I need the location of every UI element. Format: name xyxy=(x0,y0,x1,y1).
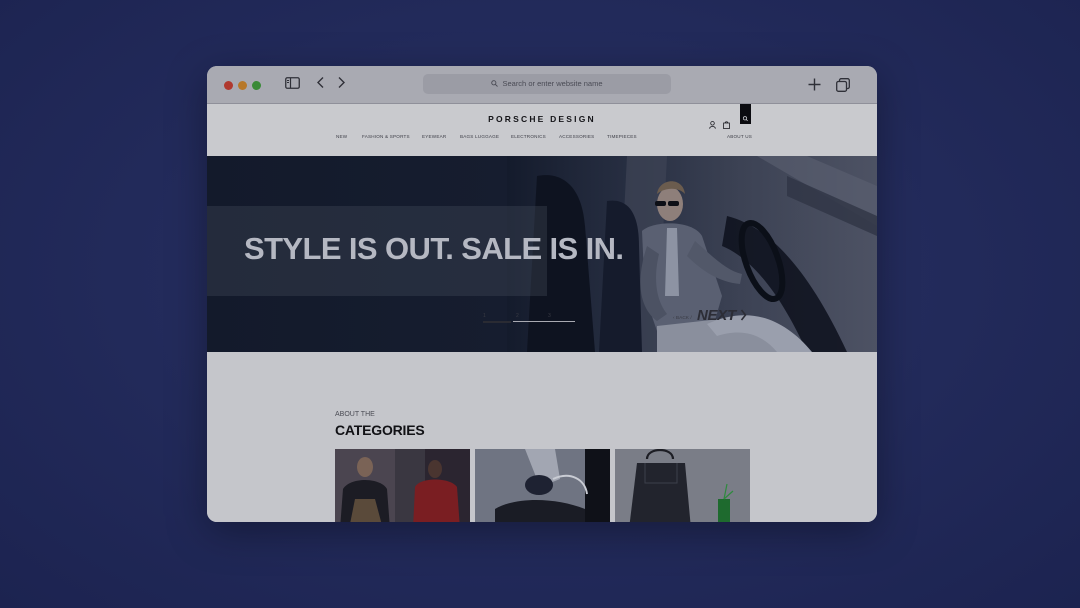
eyewear-photo xyxy=(475,449,610,522)
address-placeholder: Search or enter website name xyxy=(502,79,603,88)
browser-window: Search or enter website name PORSCHE DES… xyxy=(207,66,877,522)
close-window-button[interactable] xyxy=(224,81,233,90)
chevron-right-icon xyxy=(740,309,747,321)
hero-banner[interactable]: STYLE IS OUT. SALE IS IN. xyxy=(207,156,877,352)
account-icon[interactable] xyxy=(709,116,716,134)
nav-item-timepieces[interactable]: TIMEPIECES xyxy=(607,134,637,139)
brand-logo[interactable]: PORSCHE DESIGN xyxy=(207,114,877,124)
next-label: NEXT xyxy=(697,307,736,324)
section-title: CATEGORIES xyxy=(335,422,425,438)
plus-icon[interactable] xyxy=(808,78,821,96)
fashion-photo xyxy=(335,449,470,522)
nav-item-fashion-sports[interactable]: FASHION & SPORTS xyxy=(362,134,410,139)
pager-page-1[interactable]: 1 xyxy=(483,313,486,319)
category-card-fashion[interactable] xyxy=(335,449,470,522)
header-search-button[interactable] xyxy=(740,104,751,124)
category-card-bags[interactable] xyxy=(615,449,750,522)
bags-photo xyxy=(615,449,750,522)
section-eyebrow: ABOUT THE xyxy=(335,411,375,418)
forward-arrow-icon[interactable] xyxy=(337,76,346,94)
address-bar[interactable]: Search or enter website name xyxy=(423,74,671,94)
category-card-eyewear[interactable] xyxy=(475,449,610,522)
minimize-window-button[interactable] xyxy=(238,81,247,90)
bag-icon[interactable] xyxy=(723,116,730,134)
browser-toolbar: Search or enter website name xyxy=(207,66,877,104)
web-page: PORSCHE DESIGN NEW FASHION & SPORTS EYEW… xyxy=(207,104,877,522)
pager-page-2[interactable]: 2 xyxy=(516,313,519,319)
nav-item-eyewear[interactable]: EYEWEAR xyxy=(422,134,446,139)
nav-item-electronics[interactable]: ELECTRONICS xyxy=(511,134,546,139)
hero-headline: STYLE IS OUT. SALE IS IN. xyxy=(244,231,624,266)
nav-item-new[interactable]: NEW xyxy=(336,134,347,139)
back-arrow-icon[interactable] xyxy=(316,76,325,94)
nav-item-about-us[interactable]: ABOUT US xyxy=(727,134,752,139)
pager-page-3[interactable]: 3 xyxy=(548,313,551,319)
nav-item-accessories[interactable]: ACCESSORIES xyxy=(559,134,594,139)
next-button[interactable]: NEXT xyxy=(697,307,747,324)
site-header: PORSCHE DESIGN NEW FASHION & SPORTS EYEW… xyxy=(207,104,877,156)
nav-item-bags-luggage[interactable]: BAGS LUGGAGE xyxy=(460,134,499,139)
zoom-window-button[interactable] xyxy=(252,81,261,90)
sidebar-icon[interactable] xyxy=(285,76,300,94)
pager-active-indicator xyxy=(483,321,511,323)
back-link[interactable]: ‹ BACK / xyxy=(673,316,692,321)
search-icon xyxy=(742,116,748,122)
tabs-overview-icon[interactable] xyxy=(836,78,850,97)
pager-track xyxy=(513,321,575,322)
search-icon xyxy=(491,80,499,87)
